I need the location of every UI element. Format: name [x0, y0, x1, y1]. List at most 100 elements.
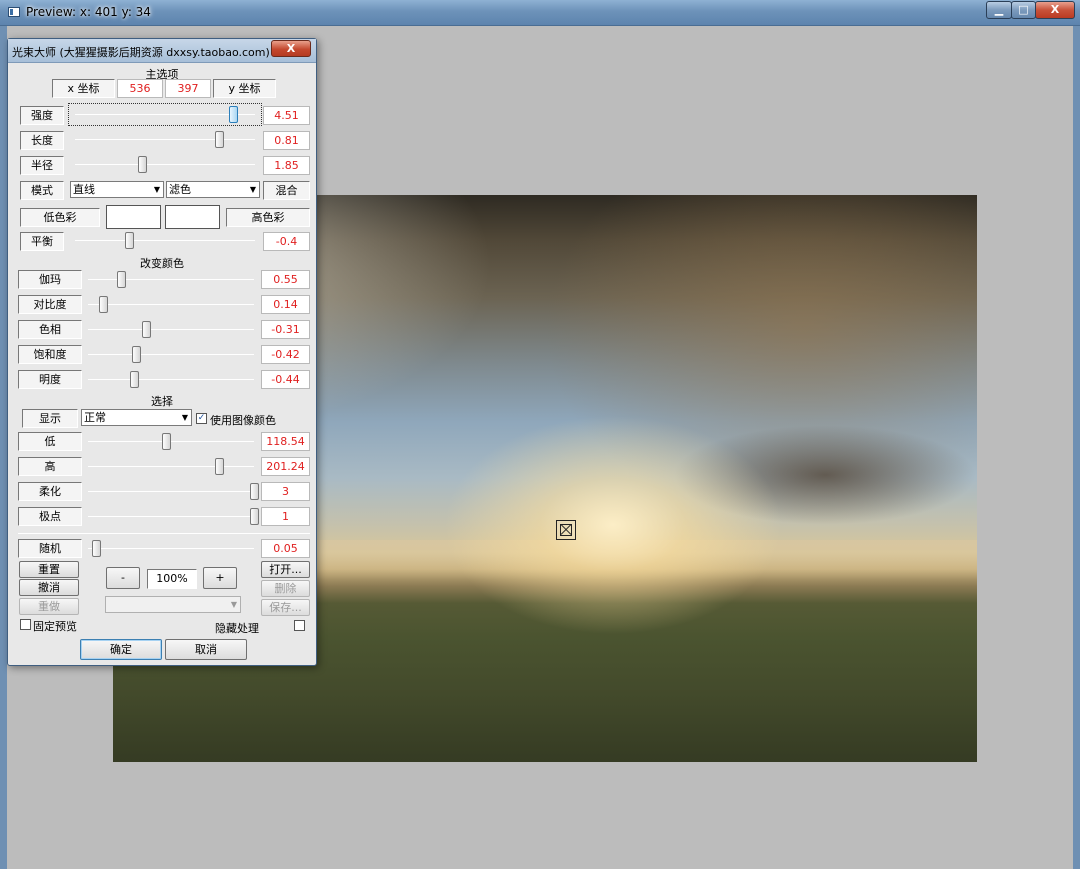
mode-shape-value: 直线 [73, 183, 95, 196]
strength-slider[interactable] [75, 114, 255, 115]
strength-value[interactable]: 4.51 [263, 106, 310, 125]
chevron-down-icon: ▼ [230, 600, 237, 609]
balance-value[interactable]: -0.4 [263, 232, 310, 251]
strength-label: 强度 [20, 106, 64, 125]
brightness-slider-thumb[interactable] [130, 371, 140, 388]
color-section-title: 改变颜色 [140, 257, 184, 270]
high-slider-thumb[interactable] [215, 458, 225, 475]
random-slider[interactable] [88, 548, 254, 549]
hue-value[interactable]: -0.31 [261, 320, 310, 339]
gamma-slider[interactable] [88, 279, 254, 280]
random-value[interactable]: 0.05 [261, 539, 310, 558]
select-section-title: 选择 [151, 395, 173, 408]
radius-slider-thumb[interactable] [137, 156, 147, 173]
save-button[interactable]: 保存... [261, 599, 310, 616]
blend-button[interactable]: 混合 [263, 181, 310, 200]
dialog-title: 光束大师 (大猩猩摄影后期资源 dxxsy.taobao.com) [12, 46, 270, 59]
reset-button[interactable]: 重置 [19, 561, 79, 578]
cancel-button[interactable]: 取消 [165, 639, 247, 660]
dialog-titlebar[interactable]: 光束大师 (大猩猩摄影后期资源 dxxsy.taobao.com) X [8, 39, 316, 63]
hue-slider[interactable] [88, 329, 254, 330]
preset-select[interactable]: ▼ [105, 596, 241, 613]
minimize-button[interactable]: ▁ [986, 1, 1012, 19]
display-mode-select[interactable]: 正常 ▼ [81, 409, 192, 426]
low-value[interactable]: 118.54 [261, 432, 310, 451]
pole-slider-thumb[interactable] [250, 508, 259, 525]
contrast-slider-thumb[interactable] [98, 296, 108, 313]
fixed-preview-checkbox[interactable] [20, 619, 31, 630]
brightness-value[interactable]: -0.44 [261, 370, 310, 389]
radius-slider[interactable] [75, 164, 255, 165]
chevron-down-icon: ▼ [249, 185, 256, 194]
low-color-label: 低色彩 [20, 208, 100, 227]
mode-blend-select[interactable]: 滤色 ▼ [166, 181, 260, 198]
y-coord-field[interactable]: 397 [165, 79, 211, 98]
zoom-level-display: 100% [147, 569, 197, 589]
window-app-icon [8, 7, 20, 17]
zoom-in-button[interactable]: + [203, 567, 237, 589]
length-value[interactable]: 0.81 [263, 131, 310, 150]
low-slider-thumb[interactable] [162, 433, 172, 450]
gamma-label: 伽玛 [18, 270, 82, 289]
mode-shape-select[interactable]: 直线 ▼ [70, 181, 164, 198]
soften-value[interactable]: 3 [261, 482, 310, 501]
pole-slider[interactable] [88, 516, 254, 517]
delete-button[interactable]: 删除 [261, 580, 310, 597]
random-label: 随机 [18, 539, 82, 558]
redo-button[interactable]: 重做 [19, 598, 79, 615]
high-label: 高 [18, 457, 82, 476]
length-slider[interactable] [75, 139, 255, 140]
window-close-button[interactable]: X [1035, 1, 1075, 19]
chevron-down-icon: ▼ [181, 413, 188, 422]
gamma-slider-thumb[interactable] [117, 271, 127, 288]
low-label: 低 [18, 432, 82, 451]
contrast-slider[interactable] [88, 304, 254, 305]
zoom-out-button[interactable]: - [106, 567, 140, 589]
use-image-color-label: 使用图像颜色 [210, 414, 276, 427]
high-color-swatch[interactable] [165, 205, 220, 229]
pole-value[interactable]: 1 [261, 507, 310, 526]
use-image-color-checkbox[interactable]: ✓ [196, 413, 207, 424]
beam-center-marker[interactable] [556, 520, 576, 540]
strength-slider-thumb[interactable] [229, 106, 239, 123]
saturation-slider[interactable] [88, 354, 254, 355]
hide-processing-checkbox[interactable] [294, 620, 305, 631]
dialog-close-button[interactable]: X [271, 40, 311, 57]
soften-slider[interactable] [88, 491, 254, 492]
open-button[interactable]: 打开... [261, 561, 310, 578]
saturation-value[interactable]: -0.42 [261, 345, 310, 364]
brightness-label: 明度 [18, 370, 82, 389]
ok-button[interactable]: 确定 [80, 639, 162, 660]
high-value[interactable]: 201.24 [261, 457, 310, 476]
length-slider-thumb[interactable] [215, 131, 224, 148]
high-slider[interactable] [88, 466, 254, 467]
balance-slider-thumb[interactable] [125, 232, 134, 249]
balance-slider[interactable] [75, 240, 255, 241]
light-glow [443, 415, 783, 635]
soften-label: 柔化 [18, 482, 82, 501]
x-coord-field[interactable]: 536 [117, 79, 163, 98]
light-beam-dialog: 光束大师 (大猩猩摄影后期资源 dxxsy.taobao.com) X 主选项 … [7, 38, 317, 666]
low-color-swatch[interactable] [106, 205, 161, 229]
fixed-preview-label: 固定预览 [33, 620, 77, 633]
hide-processing-label: 隐藏处理 [215, 622, 259, 635]
preview-titlebar[interactable]: Preview: x: 401 y: 34 ▁ □ X [0, 0, 1080, 26]
mode-blend-value: 滤色 [169, 183, 191, 196]
radius-value[interactable]: 1.85 [263, 156, 310, 175]
hue-slider-thumb[interactable] [142, 321, 152, 338]
saturation-slider-thumb[interactable] [132, 346, 142, 363]
high-color-label: 高色彩 [226, 208, 310, 227]
length-label: 长度 [20, 131, 64, 150]
mode-label: 模式 [20, 181, 64, 200]
brightness-slider[interactable] [88, 379, 254, 380]
random-slider-thumb[interactable] [92, 540, 102, 557]
contrast-value[interactable]: 0.14 [261, 295, 310, 314]
preview-title: Preview: x: 401 y: 34 [26, 5, 151, 19]
window-frame-left [0, 26, 7, 869]
gamma-value[interactable]: 0.55 [261, 270, 310, 289]
soften-slider-thumb[interactable] [250, 483, 259, 500]
y-coord-label: y 坐标 [213, 79, 276, 98]
maximize-button[interactable]: □ [1011, 1, 1036, 19]
undo-button[interactable]: 撤消 [19, 579, 79, 596]
pole-label: 极点 [18, 507, 82, 526]
